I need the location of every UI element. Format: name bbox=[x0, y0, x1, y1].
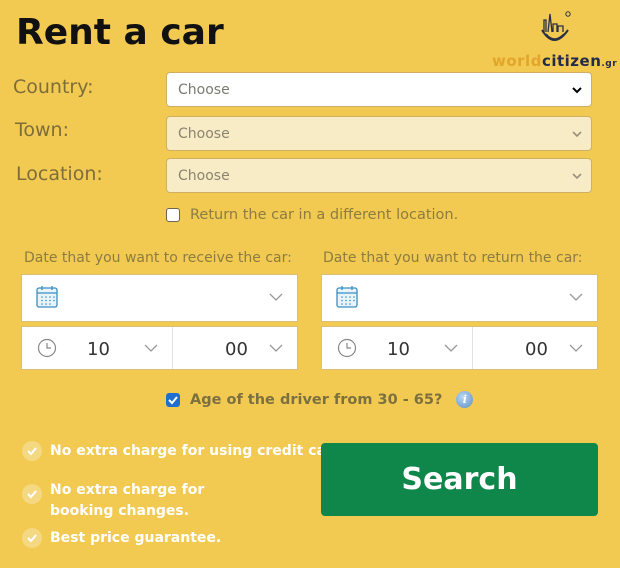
perk-item: No extra charge for using credit card. bbox=[22, 441, 348, 462]
dropoff-date-picker[interactable] bbox=[321, 274, 598, 322]
perk-text: Best price guarantee. bbox=[50, 530, 222, 546]
logo-text: worldcitizen.gr bbox=[492, 52, 618, 70]
return-different-location-checkbox[interactable] bbox=[166, 208, 180, 222]
chevron-down-icon bbox=[569, 293, 583, 301]
dropoff-hour-select[interactable]: 10 bbox=[322, 327, 472, 369]
location-select-value: Choose bbox=[178, 167, 230, 184]
driver-age-label: Age of the driver from 30 - 65? bbox=[190, 391, 443, 408]
check-circle-icon bbox=[22, 528, 42, 548]
check-circle-icon bbox=[22, 484, 42, 504]
pickup-minute-value: 00 bbox=[225, 339, 248, 360]
pickup-time: 10 00 bbox=[21, 326, 298, 370]
country-select[interactable]: Choose bbox=[166, 72, 592, 107]
chevron-down-icon bbox=[144, 344, 158, 352]
perk-item: Best price guarantee. bbox=[22, 528, 221, 549]
town-label: Town: bbox=[15, 119, 69, 141]
calendar-icon bbox=[36, 286, 58, 308]
page-title: Rent a car bbox=[16, 12, 224, 53]
pickup-date-picker[interactable] bbox=[21, 274, 298, 322]
location-select[interactable]: Choose bbox=[166, 158, 592, 193]
check-circle-icon bbox=[22, 441, 42, 461]
return-different-location-label: Return the car in a different location. bbox=[190, 207, 459, 223]
location-label: Location: bbox=[16, 163, 103, 185]
dropoff-minute-select[interactable]: 00 bbox=[472, 327, 597, 369]
pickup-date-label: Date that you want to receive the car: bbox=[24, 250, 292, 266]
chevron-down-icon bbox=[569, 344, 583, 352]
chevron-down-icon bbox=[572, 173, 582, 180]
clock-icon bbox=[37, 338, 57, 358]
country-select-value: Choose bbox=[178, 81, 230, 98]
driver-age-checkbox[interactable] bbox=[166, 392, 180, 407]
pickup-minute-select[interactable]: 00 bbox=[172, 327, 297, 369]
chevron-down-icon bbox=[444, 344, 458, 352]
clock-icon bbox=[337, 338, 357, 358]
dropoff-date-label: Date that you want to return the car: bbox=[323, 250, 583, 266]
checkmark-icon bbox=[168, 395, 178, 404]
city-smile-logo-icon bbox=[541, 11, 571, 41]
calendar-icon bbox=[336, 286, 358, 308]
pickup-hour-select[interactable]: 10 bbox=[22, 327, 172, 369]
perk-item: No extra charge for booking changes. bbox=[22, 480, 282, 522]
return-different-location-option[interactable]: Return the car in a different location. bbox=[166, 207, 458, 223]
perk-text: No extra charge for booking changes. bbox=[50, 482, 205, 519]
driver-age-option[interactable]: Age of the driver from 30 - 65? i bbox=[166, 391, 474, 408]
info-icon[interactable]: i bbox=[456, 391, 474, 408]
country-label: Country: bbox=[13, 76, 94, 98]
town-select-value: Choose bbox=[178, 125, 230, 142]
perk-text: No extra charge for using credit card. bbox=[50, 443, 349, 459]
chevron-down-icon bbox=[572, 87, 582, 94]
chevron-down-icon bbox=[269, 293, 283, 301]
chevron-down-icon bbox=[572, 131, 582, 138]
worldcitizen-logo[interactable]: worldcitizen.gr bbox=[488, 6, 620, 70]
pickup-hour-value: 10 bbox=[87, 339, 110, 360]
search-button[interactable]: Search bbox=[321, 443, 598, 516]
town-select[interactable]: Choose bbox=[166, 116, 592, 151]
chevron-down-icon bbox=[269, 344, 283, 352]
dropoff-time: 10 00 bbox=[321, 326, 598, 370]
dropoff-hour-value: 10 bbox=[387, 339, 410, 360]
dropoff-minute-value: 00 bbox=[525, 339, 548, 360]
